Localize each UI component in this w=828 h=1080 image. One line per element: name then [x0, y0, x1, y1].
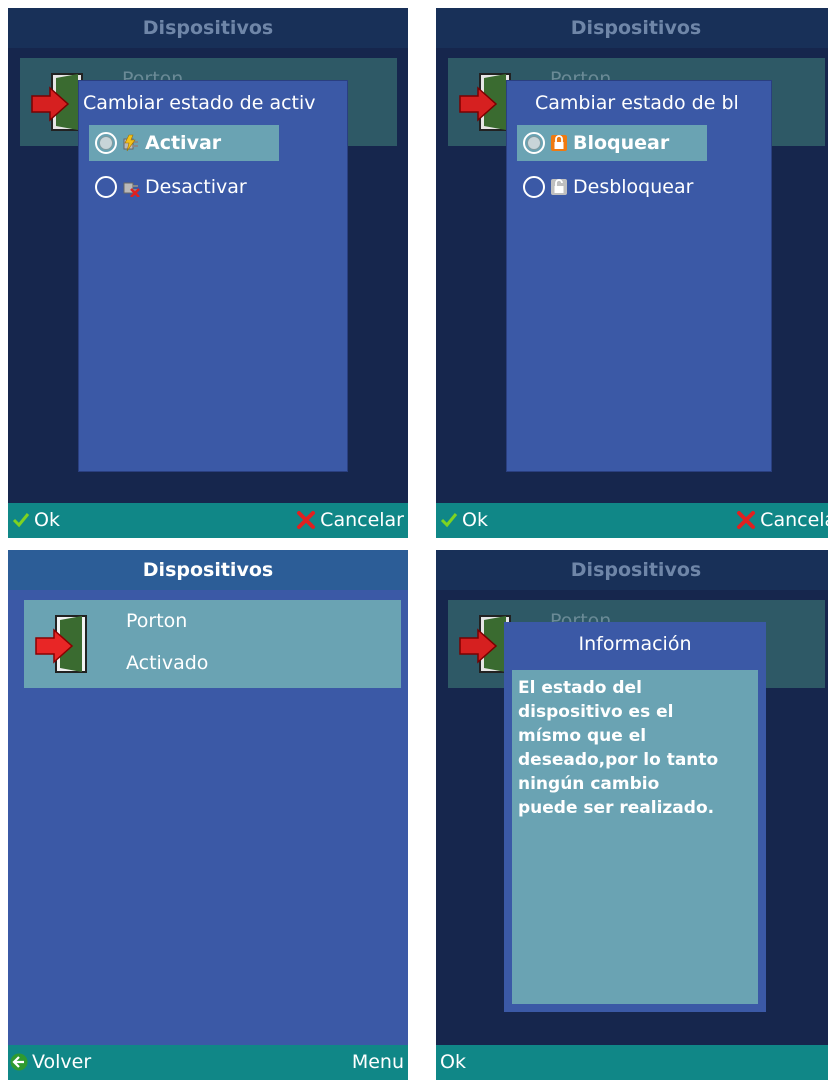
change-activation-popup: Cambiar estado de activ Activar Desactiv… — [78, 80, 348, 472]
back-button[interactable]: Volver — [10, 1051, 91, 1073]
device-list-item[interactable]: Porton Activado — [24, 600, 401, 688]
device-name: Porton — [126, 610, 188, 632]
door-exit-icon — [35, 615, 87, 673]
app-title: Dispositivos — [142, 17, 274, 39]
cancel-button[interactable]: Cancelar — [736, 509, 828, 531]
plug-disabled-icon — [123, 182, 140, 197]
radio-selected-icon — [523, 132, 545, 154]
title-bar: Dispositivos — [8, 550, 408, 590]
checkmark-icon — [12, 513, 30, 528]
lock-unlocked-icon — [551, 179, 567, 195]
option-label: Activar — [145, 132, 222, 154]
ok-button[interactable]: Ok — [440, 509, 488, 531]
radio-selected-icon — [95, 132, 117, 154]
softkey-bar: Ok Cancelar — [8, 503, 408, 538]
close-icon — [737, 511, 756, 529]
app-title: Dispositivos — [570, 17, 702, 39]
option-label: Bloquear — [573, 132, 670, 154]
option-desbloquear[interactable]: Desbloquear — [517, 169, 707, 205]
back-arrow-icon — [10, 1053, 28, 1071]
screen-activation-dialog: Dispositivos Porton Cambiar estado de ac… — [8, 8, 408, 538]
popup-title: Cambiar estado de bl — [535, 92, 739, 114]
screen-device-list: Dispositivos Porton Activado Volver Menu — [8, 550, 408, 1080]
info-message: El estado del dispositivo es el mísmo qu… — [512, 670, 758, 1004]
option-desactivar[interactable]: Desactivar — [89, 169, 279, 205]
cancel-button[interactable]: Cancelar — [296, 509, 404, 531]
device-status: Activado — [126, 652, 209, 674]
screen-info-dialog: Dispositivos Porton Información El estad… — [436, 550, 828, 1080]
radio-unselected-icon — [95, 176, 117, 198]
option-activar[interactable]: Activar — [89, 125, 279, 161]
close-icon — [297, 511, 316, 529]
message-line: El estado del — [518, 678, 642, 698]
message-line: mísmo que el — [518, 726, 647, 746]
app-title: Dispositivos — [142, 559, 274, 581]
ok-button[interactable]: Ok — [12, 509, 60, 531]
title-bar: Dispositivos — [436, 550, 828, 590]
option-label: Desbloquear — [573, 176, 694, 198]
message-line: deseado,por lo tanto — [518, 750, 719, 770]
checkmark-icon — [440, 513, 458, 528]
device-list: Porton Activado — [8, 590, 408, 1045]
screen-lock-dialog: Dispositivos Porton Cambiar estado de bl… — [436, 8, 828, 538]
lock-locked-icon — [551, 135, 567, 151]
option-label: Desactivar — [145, 176, 247, 198]
information-popup: Información El estado del dispositivo es… — [504, 622, 766, 1012]
change-lock-popup: Cambiar estado de bl Bloquear Desbloquea… — [506, 80, 772, 472]
softkey-bar: Ok Cancelar — [436, 503, 828, 538]
softkey-bar: Ok — [436, 1045, 828, 1080]
menu-button[interactable]: Menu — [352, 1051, 404, 1073]
radio-unselected-icon — [523, 176, 545, 198]
popup-title: Información — [578, 633, 692, 655]
softkey-bar: Volver Menu — [8, 1045, 408, 1080]
message-line: ningún cambio — [518, 774, 660, 794]
ok-button[interactable]: Ok — [440, 1051, 466, 1073]
title-bar: Dispositivos — [8, 8, 408, 48]
title-bar: Dispositivos — [436, 8, 828, 48]
app-title: Dispositivos — [570, 559, 702, 581]
plug-icon — [123, 134, 138, 152]
option-bloquear[interactable]: Bloquear — [517, 125, 707, 161]
message-line: dispositivo es el — [518, 702, 674, 722]
popup-title: Cambiar estado de activ — [83, 92, 316, 114]
message-line: puede ser realizado. — [518, 798, 715, 818]
